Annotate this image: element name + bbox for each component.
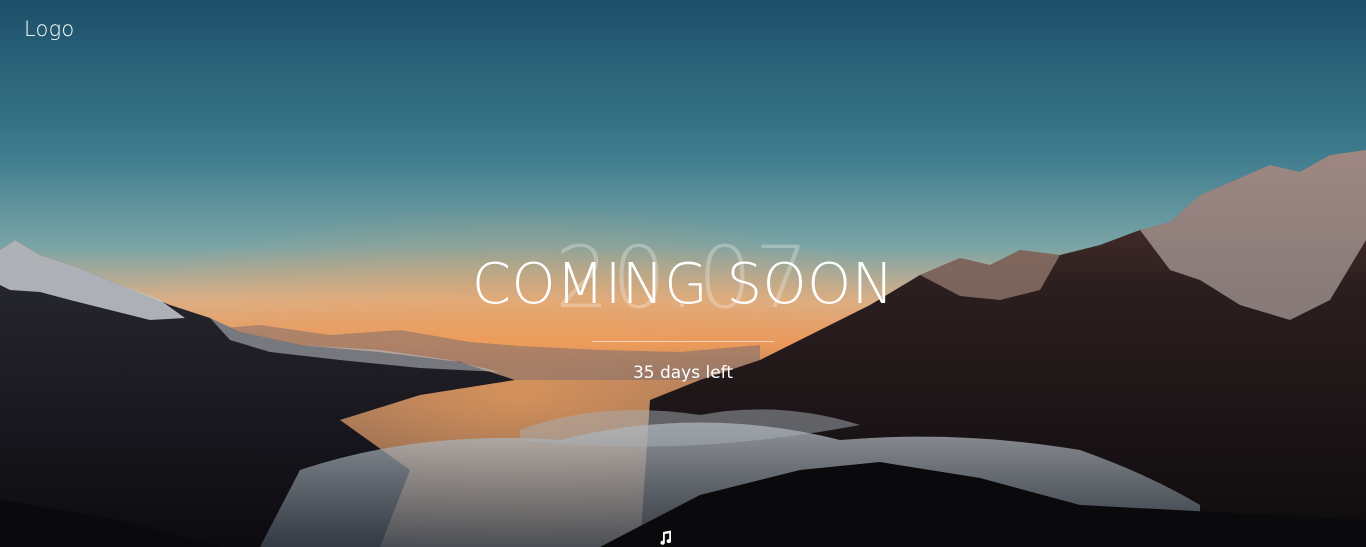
countdown-text: 35 days left [632, 363, 734, 383]
title-divider [592, 341, 774, 342]
music-note-icon[interactable] [657, 530, 673, 546]
page-title: COMING SOON [471, 252, 895, 317]
coming-soon-page: Logo 20.07 COMING SOON 35 days left [0, 0, 1366, 547]
logo-link[interactable]: Logo [24, 17, 74, 41]
